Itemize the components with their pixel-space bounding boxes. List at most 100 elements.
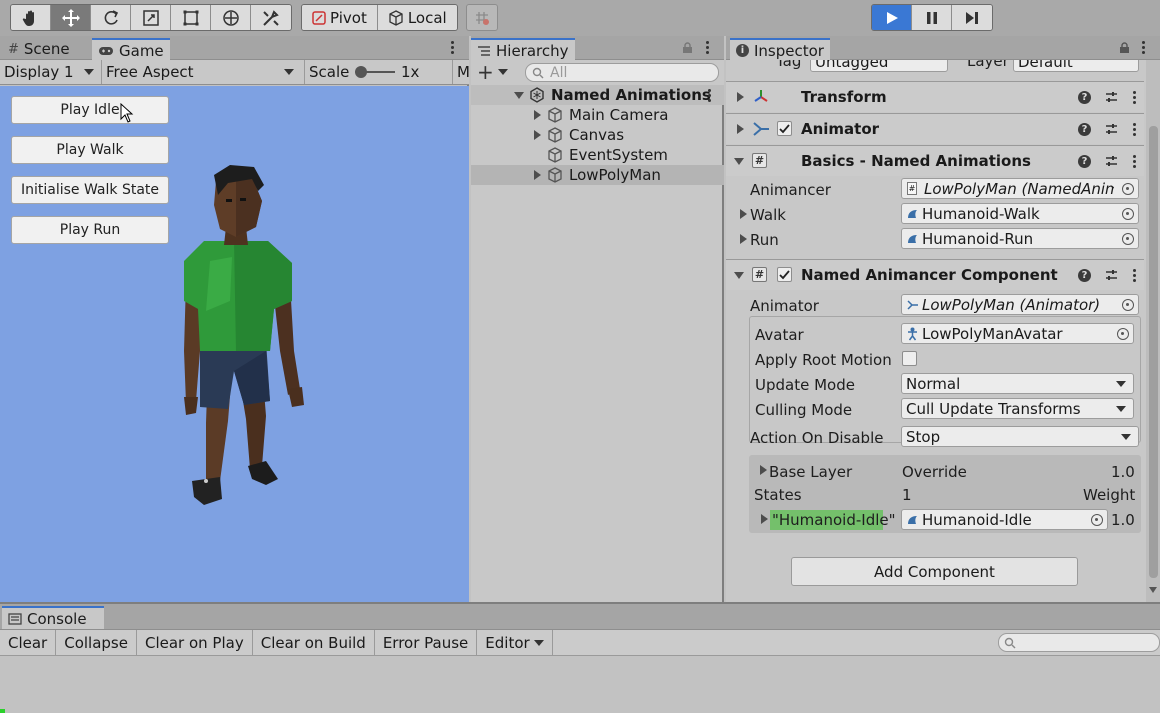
console-search-input[interactable] <box>998 633 1160 652</box>
layer-dropdown[interactable]: Default <box>1013 60 1139 72</box>
animator-ref-field[interactable]: LowPolyMan (Animator) <box>901 294 1139 315</box>
move-tool-button[interactable] <box>51 5 91 30</box>
grid-snap-button[interactable] <box>466 4 498 31</box>
editor-dropdown[interactable]: Editor <box>477 630 553 655</box>
inspector-scroll-thumb[interactable] <box>1149 126 1158 578</box>
play-idle-button[interactable]: Play Idle <box>11 96 169 124</box>
hierarchy-item-selected[interactable]: LowPolyMan <box>471 165 724 185</box>
update-mode-dropdown[interactable]: Normal <box>901 373 1134 394</box>
maximize-toggle[interactable]: M <box>452 60 470 84</box>
walk-clip-field[interactable]: Humanoid-Walk <box>901 203 1139 224</box>
tab-hierarchy[interactable]: Hierarchy <box>471 38 575 61</box>
animancer-field[interactable]: # LowPolyMan (NamedAnimancerComponent) <box>901 178 1139 199</box>
error-pause-toggle[interactable]: Error Pause <box>375 630 478 655</box>
step-button[interactable] <box>952 5 992 30</box>
foldout-arrow-icon[interactable] <box>737 124 744 134</box>
clear-on-play-toggle[interactable]: Clear on Play <box>137 630 253 655</box>
culling-mode-dropdown[interactable]: Cull Update Transforms <box>901 398 1134 419</box>
scale-tool-button[interactable] <box>131 5 171 30</box>
tab-scene[interactable]: # Scene <box>2 38 76 60</box>
root-motion-checkbox[interactable] <box>902 351 917 366</box>
help-icon[interactable]: ? <box>1078 90 1091 104</box>
tag-dropdown[interactable]: Untagged <box>810 60 948 72</box>
foldout-arrow-icon[interactable] <box>734 158 744 165</box>
object-picker-icon[interactable] <box>1122 233 1134 245</box>
expand-arrow-icon[interactable] <box>534 170 541 180</box>
presets-sliders-icon[interactable] <box>1105 269 1118 281</box>
foldout-arrow-icon[interactable] <box>760 465 767 475</box>
scene-menu-icon[interactable] <box>707 89 711 102</box>
avatar-field[interactable]: LowPolyManAvatar <box>901 323 1134 344</box>
object-picker-icon[interactable] <box>1122 208 1134 220</box>
aspect-dropdown[interactable]: Free Aspect <box>101 60 299 84</box>
named-animancer-header[interactable]: # Named Animancer Component ? <box>726 259 1144 290</box>
hierarchy-item[interactable]: Main Camera <box>471 105 724 125</box>
lock-icon[interactable] <box>1119 42 1130 54</box>
scene-row[interactable]: Named Animations <box>471 85 724 105</box>
inspector-menu-icon[interactable] <box>1141 41 1145 54</box>
object-picker-icon[interactable] <box>1091 514 1103 526</box>
component-menu-icon[interactable] <box>1132 122 1136 136</box>
presets-sliders-icon[interactable] <box>1105 155 1118 167</box>
init-walk-state-button[interactable]: Initialise Walk State <box>11 176 169 204</box>
help-icon[interactable]: ? <box>1078 122 1091 136</box>
transform-component-header[interactable]: Transform ? <box>726 81 1144 112</box>
hierarchy-search-input[interactable]: All <box>525 63 719 82</box>
basics-component-header[interactable]: # Basics - Named Animations ? <box>726 145 1144 176</box>
object-picker-icon[interactable] <box>1117 328 1129 340</box>
foldout-arrow-icon[interactable] <box>740 234 747 244</box>
custom-tool-button[interactable] <box>251 5 291 30</box>
foldout-arrow-icon[interactable] <box>740 209 747 219</box>
rect-tool-button[interactable] <box>171 5 211 30</box>
tab-console[interactable]: Console <box>2 606 104 629</box>
scroll-down-arrow-icon[interactable] <box>1149 587 1157 593</box>
presets-sliders-icon[interactable] <box>1105 91 1118 103</box>
named-animancer-enabled-checkbox[interactable] <box>777 267 792 282</box>
expand-arrow-icon[interactable] <box>534 110 541 120</box>
base-layer-label[interactable]: Base Layer <box>769 463 852 481</box>
help-icon[interactable]: ? <box>1078 154 1091 168</box>
pivot-toggle[interactable]: Pivot <box>302 5 378 30</box>
object-picker-icon[interactable] <box>1122 299 1134 311</box>
play-button[interactable] <box>872 5 912 30</box>
state-key-label[interactable]: "Humanoid-Idle" <box>772 511 896 529</box>
hand-tool-button[interactable] <box>11 5 51 30</box>
console-collapse-button[interactable]: Collapse <box>56 630 137 655</box>
game-menu-icon[interactable] <box>450 41 454 54</box>
inspector-scrollbar[interactable] <box>1146 60 1160 602</box>
hierarchy-item[interactable]: Canvas <box>471 125 724 145</box>
lock-icon[interactable] <box>682 42 693 54</box>
pause-button[interactable] <box>912 5 952 30</box>
scale-slider-handle[interactable] <box>355 66 367 78</box>
clear-on-build-toggle[interactable]: Clear on Build <box>253 630 375 655</box>
component-menu-icon[interactable] <box>1132 90 1136 104</box>
component-menu-icon[interactable] <box>1132 268 1136 282</box>
expand-arrow-icon[interactable] <box>534 130 541 140</box>
tab-inspector[interactable]: i Inspector <box>730 38 830 61</box>
display-dropdown[interactable]: Display 1 <box>0 60 98 84</box>
state-clip-field[interactable]: Humanoid-Idle <box>901 509 1108 530</box>
foldout-arrow-icon[interactable] <box>761 514 768 524</box>
animator-enabled-checkbox[interactable] <box>777 121 792 136</box>
action-on-disable-dropdown[interactable]: Stop <box>901 426 1139 447</box>
local-toggle[interactable]: Local <box>377 5 457 30</box>
object-picker-icon[interactable] <box>1122 183 1134 195</box>
play-walk-button[interactable]: Play Walk <box>11 136 169 164</box>
transform-tool-button[interactable] <box>211 5 251 30</box>
animator-component-header[interactable]: Animator ? <box>726 113 1144 144</box>
component-menu-icon[interactable] <box>1132 154 1136 168</box>
help-icon[interactable]: ? <box>1078 268 1091 282</box>
hierarchy-menu-icon[interactable] <box>705 41 709 54</box>
expand-arrow-icon[interactable] <box>514 92 524 99</box>
presets-sliders-icon[interactable] <box>1105 123 1118 135</box>
console-clear-button[interactable]: Clear <box>0 630 57 655</box>
hierarchy-item[interactable]: EventSystem <box>471 145 724 165</box>
play-run-button[interactable]: Play Run <box>11 216 169 244</box>
create-dropdown[interactable]: + <box>477 62 508 82</box>
game-viewport[interactable]: Play Idle Play Walk Initialise Walk Stat… <box>0 86 469 602</box>
foldout-arrow-icon[interactable] <box>734 272 744 279</box>
foldout-arrow-icon[interactable] <box>737 92 744 102</box>
run-clip-field[interactable]: Humanoid-Run <box>901 228 1139 249</box>
rotate-tool-button[interactable] <box>91 5 131 30</box>
add-component-button[interactable]: Add Component <box>791 557 1078 586</box>
